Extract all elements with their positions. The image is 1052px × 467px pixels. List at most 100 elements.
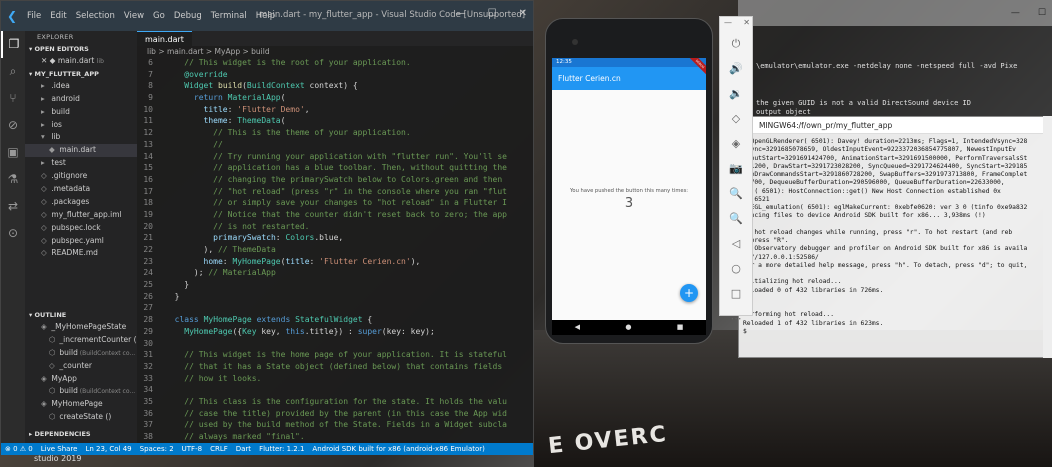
cmd-window[interactable]: — ☐ \emulator\emulator.exe -netdelay none… [738,0,1052,120]
source-control-icon[interactable]: ⑂ [1,85,25,112]
code-line[interactable]: 37 // used by the build method of the St… [137,419,533,431]
overview-icon[interactable]: □ [720,281,752,306]
code-line[interactable]: 12 // This is the theme of your applicat… [137,127,533,139]
dependencies-section[interactable]: ▸ DEPENDENCIES [25,428,137,440]
explorer-icon[interactable]: ❐ [1,31,25,58]
code-line[interactable]: 36 // case the title) provided by the pa… [137,408,533,420]
code-line[interactable]: 10 title: 'Flutter Demo', [137,104,533,116]
breadcrumb-item[interactable]: build [251,47,269,56]
code-line[interactable]: 15 // application has a blue toolbar. Th… [137,162,533,174]
code-line[interactable]: 16 // changing the primarySwatch below t… [137,174,533,186]
status-item[interactable]: Spaces: 2 [140,445,174,453]
outline-item[interactable]: ◈ MyHomePage [25,398,137,411]
code-line[interactable]: 30 [137,338,533,350]
mingw-terminal-window[interactable]: MINGW64:/f/own_pr/my_flutter_app I/OpenG… [738,116,1052,358]
screenshot-icon[interactable]: 📷 [720,156,752,181]
test-icon[interactable]: ⚗ [1,166,25,193]
terminal-output[interactable]: I/OpenGLRenderer( 6501): Davey! duration… [739,134,1051,336]
code-line[interactable]: 14 // Try running your application with … [137,151,533,163]
code-line[interactable]: 29 MyHomePage({Key key, this.title}) : s… [137,326,533,338]
code-line[interactable]: 22 ), // ThemeData [137,244,533,256]
zoom-in-icon[interactable]: 🔍 [720,181,752,206]
code-line[interactable]: 34 [137,384,533,396]
file-tree-item[interactable]: ▸ .idea [25,80,137,93]
extensions-icon[interactable]: ▣ [1,139,25,166]
status-item[interactable]: CRLF [210,445,228,453]
code-line[interactable]: 6 // This widget is the root of your app… [137,57,533,69]
outline-item[interactable]: ◇ _counter [25,360,137,373]
code-line[interactable]: 26 } [137,291,533,303]
breadcrumb[interactable]: lib > main.dart > MyApp > build [137,46,533,57]
menu-terminal[interactable]: Terminal [211,11,247,21]
menu-bar[interactable]: File Edit Selection View Go Debug Terminal Help [27,11,275,21]
back-icon[interactable]: ◀ [575,320,580,335]
outline-item[interactable]: ⬡ createState () [25,411,137,424]
code-line[interactable]: 28 class MyHomePage extends StatefulWidg… [137,314,533,326]
outline-item[interactable]: ◈ _MyHomePageState [25,321,137,334]
code-line[interactable]: 19 // Notice that the counter didn't res… [137,209,533,221]
code-line[interactable]: 32 // that it has a State object (define… [137,361,533,373]
status-item[interactable]: Ln 23, Col 49 [85,445,131,453]
breadcrumb-item[interactable]: lib [147,47,158,56]
more-icon[interactable]: ⋯ [720,306,752,331]
outline-item[interactable]: ⬡ build (BuildContext co... [25,347,137,360]
minimize-icon[interactable]: — [456,8,466,19]
search-icon[interactable]: ⌕ [1,58,25,85]
breadcrumb-item[interactable]: MyApp [215,47,243,56]
menu-debug[interactable]: Debug [174,11,202,21]
volume-down-icon[interactable]: 🔉 [720,81,752,106]
outline-item[interactable]: ⬡ build (BuildContext co... [25,385,137,398]
tab-main-dart[interactable]: main.dart [137,31,192,46]
file-tree-item[interactable]: ◇ .metadata [25,183,137,196]
file-tree-item[interactable]: ▸ ios [25,119,137,132]
vscode-window[interactable]: ❮ File Edit Selection View Go Debug Terminal He… [0,0,534,455]
close-icon[interactable]: ✕ [519,8,527,19]
file-tree-item[interactable]: ◆ main.dart [25,144,137,158]
code-line[interactable]: 7 @override [137,69,533,81]
project-section[interactable]: ▾ MY_FLUTTER_APP [25,68,137,80]
code-editor[interactable]: main.dart lib > main.dart > MyApp > buil… [137,31,533,443]
status-item[interactable]: Live Share [41,445,78,453]
status-item[interactable]: Dart [236,445,251,453]
debug-icon[interactable]: ⊘ [1,112,25,139]
file-tree-item[interactable]: ▾ lib [25,131,137,144]
device-screen[interactable]: 12:35 Flutter Cerien.cn DEBUG You have p… [552,58,706,335]
code-line[interactable]: 13 // [137,139,533,151]
status-item[interactable]: ⊗ 0 ⚠ 0 [5,445,33,453]
code-line[interactable]: 9 return MaterialApp( [137,92,533,104]
rotate-right-icon[interactable]: ◈ [720,131,752,156]
power-icon[interactable]: ⏻ [720,31,752,56]
menu-file[interactable]: File [27,11,41,21]
code-line[interactable]: 8 Widget build(BuildContext context) { [137,80,533,92]
maximize-icon[interactable]: ☐ [1038,8,1046,18]
minimize-icon[interactable]: — [1011,8,1020,18]
code-line[interactable]: 38 // always marked "final". [137,431,533,443]
home-icon[interactable]: ● [625,320,631,335]
rotate-left-icon[interactable]: ◇ [720,106,752,131]
vscode-titlebar[interactable]: ❮ File Edit Selection View Go Debug Terminal He… [1,1,533,31]
breadcrumb-item[interactable]: main.dart [167,47,206,56]
window-controls[interactable]: — ☐ ✕ [456,8,527,19]
code-line[interactable]: 21 primarySwatch: Colors.blue, [137,232,533,244]
zoom-out-icon[interactable]: 🔍 [720,206,752,231]
file-tree-item[interactable]: ◇ README.md [25,247,137,260]
file-tree-item[interactable]: ▸ test [25,157,137,170]
file-tree-item[interactable]: ◇ my_flutter_app.iml [25,209,137,222]
code-line[interactable]: 24 ); // MaterialApp [137,267,533,279]
file-tree-item[interactable]: ▸ build [25,106,137,119]
code-line[interactable]: 23 home: MyHomePage(title: 'Flutter Ceri… [137,256,533,268]
home-icon[interactable]: ○ [720,256,752,281]
live-share-icon[interactable]: ⇄ [1,193,25,220]
code-line[interactable]: 17 // "hot reload" (press "r" in the con… [137,186,533,198]
mingw-title[interactable]: MINGW64:/f/own_pr/my_flutter_app [739,117,1051,134]
menu-edit[interactable]: Edit [50,11,66,21]
cmd-titlebar[interactable] [738,0,1052,26]
code-line[interactable]: 11 theme: ThemeData( [137,115,533,127]
file-tree-item[interactable]: ◇ pubspec.yaml [25,235,137,248]
status-item[interactable]: Android SDK built for x86 (android-x86 E… [312,445,484,453]
menu-go[interactable]: Go [153,11,165,21]
status-item[interactable]: Flutter: 1.2.1 [259,445,304,453]
outline-item[interactable]: ⬡ _incrementCounter () [25,334,137,347]
remote-icon[interactable]: ⊙ [1,220,25,247]
file-tree-item[interactable]: ◇ pubspec.lock [25,222,137,235]
